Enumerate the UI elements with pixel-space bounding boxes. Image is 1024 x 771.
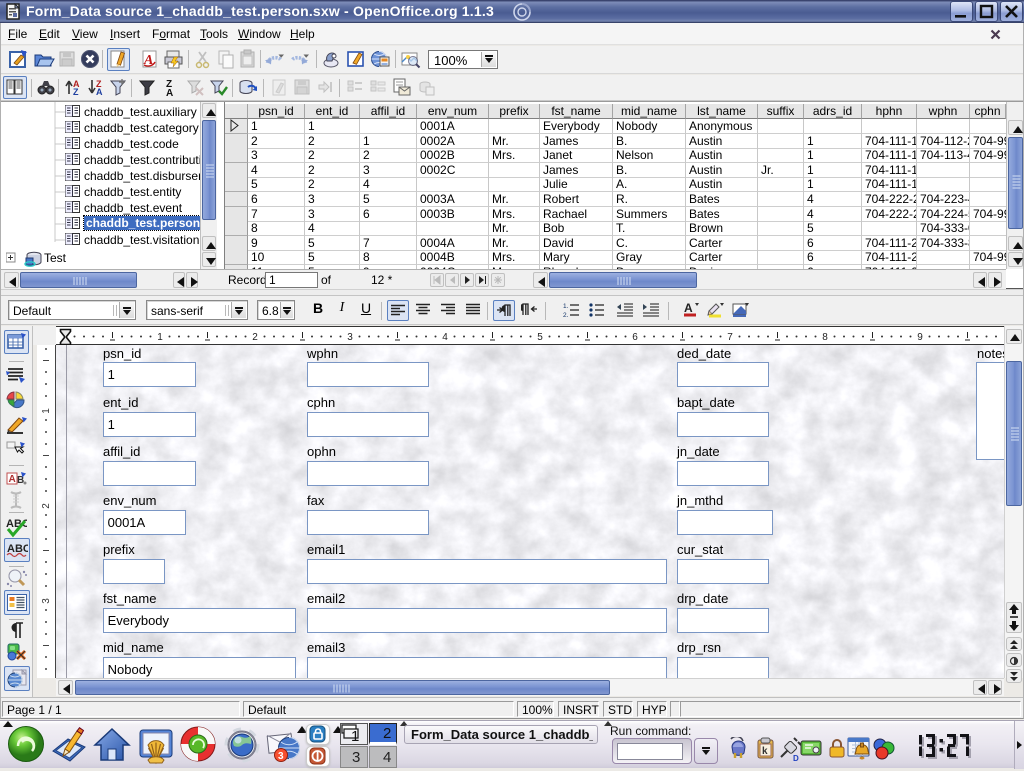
svg-text:2.: 2. <box>563 312 569 317</box>
svg-text:4: 4 <box>442 332 448 343</box>
svg-text:k: k <box>762 746 768 757</box>
svg-text:Z: Z <box>73 87 79 97</box>
svg-text:1: 1 <box>41 408 52 414</box>
svg-text:A: A <box>9 474 16 485</box>
svg-text:A: A <box>166 88 173 99</box>
svg-text:1: 1 <box>157 332 163 343</box>
svg-text:2: 2 <box>252 332 258 343</box>
svg-text:8: 8 <box>822 332 828 343</box>
svg-text:3: 3 <box>41 598 52 604</box>
svg-text:2: 2 <box>41 503 52 509</box>
svg-text:A: A <box>684 301 693 315</box>
svg-text:9: 9 <box>917 332 923 343</box>
svg-text:1.: 1. <box>563 303 569 310</box>
svg-text:1: 1 <box>351 728 359 744</box>
svg-text:5: 5 <box>537 332 543 343</box>
svg-text:3: 3 <box>278 751 284 762</box>
svg-text:A: A <box>96 87 103 97</box>
svg-text:7: 7 <box>727 332 733 343</box>
svg-text:D: D <box>793 754 799 763</box>
svg-text:6: 6 <box>632 332 638 343</box>
svg-text:3: 3 <box>347 332 353 343</box>
